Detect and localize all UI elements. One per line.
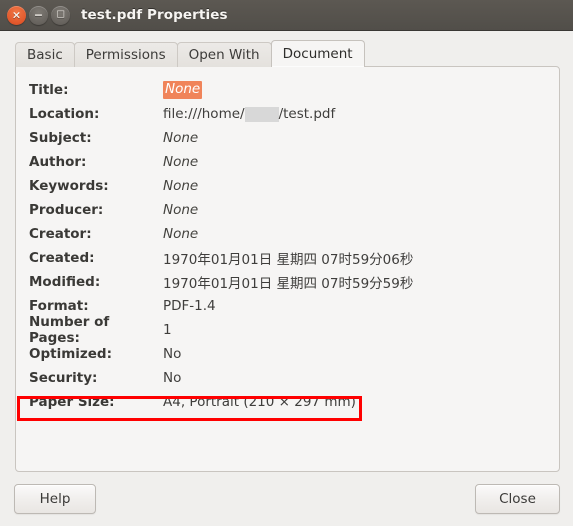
property-value-producer: None <box>163 202 199 218</box>
tab-document[interactable]: Document <box>270 40 365 67</box>
property-label: Security: <box>29 370 98 386</box>
property-value-location: file:///home/ /test.pdf <box>163 106 335 122</box>
property-label: Format: <box>29 298 89 314</box>
property-value-creator: None <box>163 226 199 242</box>
tab-bar: Basic Permissions Open With Document <box>15 40 365 67</box>
property-row-creator: Creator: None <box>16 222 559 246</box>
tab-permissions[interactable]: Permissions <box>73 42 178 67</box>
property-value-keywords: None <box>163 178 199 194</box>
property-label: Creator: <box>29 226 92 242</box>
property-row-author: Author: None <box>16 150 559 174</box>
location-suffix: /test.pdf <box>278 106 336 122</box>
property-value-subject: None <box>163 130 199 146</box>
property-label: Location: <box>29 106 100 122</box>
tab-basic[interactable]: Basic <box>15 42 75 67</box>
window-titlebar: × − □ test.pdf Properties <box>0 0 573 31</box>
tab-open-with[interactable]: Open With <box>176 42 272 67</box>
property-row-number-of-pages: Number of Pages: 1 <box>16 314 559 346</box>
property-value-optimized: No <box>163 346 182 362</box>
property-value-number-of-pages: 1 <box>163 322 172 338</box>
property-label: Author: <box>29 154 87 170</box>
property-row-modified: Modified: 1970年01月01日 星期四 07时59分59秒 <box>16 270 559 294</box>
property-row-created: Created: 1970年01月01日 星期四 07时59分06秒 <box>16 246 559 270</box>
property-label: Paper Size: <box>29 394 115 410</box>
properties-list: Title: None Location: file:///home/ /test… <box>16 78 559 421</box>
property-label: Title: <box>29 82 69 98</box>
close-button[interactable]: Close <box>475 484 560 514</box>
property-value-created: 1970年01月01日 星期四 07时59分06秒 <box>163 252 414 268</box>
property-label: Created: <box>29 250 95 266</box>
minimize-window-icon[interactable]: − <box>29 5 48 25</box>
property-value-security: No <box>163 370 182 386</box>
redaction-block <box>244 106 279 122</box>
property-value-modified: 1970年01月01日 星期四 07时59分59秒 <box>163 276 414 292</box>
property-label: Subject: <box>29 130 92 146</box>
minimize-glyph: − <box>33 8 44 21</box>
property-row-producer: Producer: None <box>16 198 559 222</box>
property-row-paper-size: Paper Size: A4, Portrait (210 × 297 mm) <box>16 390 559 414</box>
property-row-location: Location: file:///home/ /test.pdf <box>16 102 559 126</box>
property-row-keywords: Keywords: None <box>16 174 559 198</box>
property-value-title: None <box>163 81 203 99</box>
window-title: test.pdf Properties <box>81 7 228 23</box>
property-label: Producer: <box>29 202 104 218</box>
property-row-title: Title: None <box>16 78 559 102</box>
help-button[interactable]: Help <box>14 484 96 514</box>
close-window-icon[interactable]: × <box>7 5 26 25</box>
property-label: Keywords: <box>29 178 109 194</box>
property-label: Modified: <box>29 274 101 290</box>
property-label: Optimized: <box>29 346 112 362</box>
window-controls: × − □ <box>7 5 70 25</box>
property-value-format: PDF-1.4 <box>163 298 216 314</box>
property-row-subject: Subject: None <box>16 126 559 150</box>
close-glyph: × <box>11 8 22 21</box>
property-row-security: Security: No <box>16 366 559 390</box>
property-value-paper-size: A4, Portrait (210 × 297 mm) <box>163 394 356 410</box>
maximize-glyph: □ <box>56 9 65 19</box>
document-properties-panel: Title: None Location: file:///home/ /test… <box>15 66 560 472</box>
property-value-author: None <box>163 154 199 170</box>
location-prefix: file:///home/ <box>163 106 245 122</box>
maximize-window-icon[interactable]: □ <box>51 5 70 25</box>
property-row-optimized: Optimized: No <box>16 342 559 366</box>
